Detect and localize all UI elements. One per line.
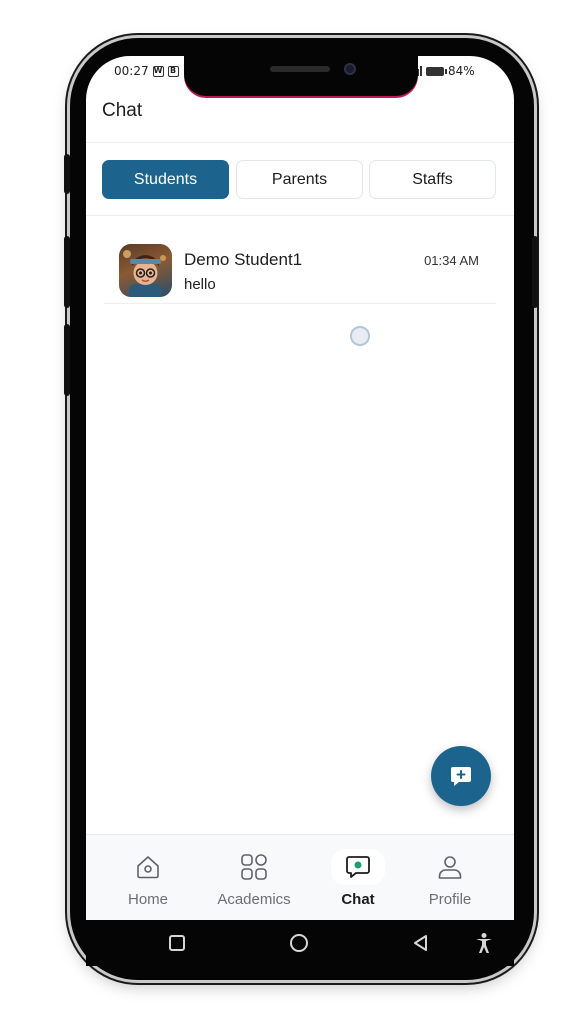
status-bar-right: 84%: [414, 64, 475, 78]
home-nav-icon[interactable]: [289, 933, 309, 953]
recent-apps-icon[interactable]: [168, 934, 186, 952]
system-navigation-bar: [86, 920, 514, 966]
grid-icon: [241, 854, 267, 880]
phone-button-volume-down: [64, 324, 70, 396]
nav-item-profile[interactable]: Profile: [402, 849, 498, 919]
avatar: [119, 244, 172, 297]
status-bar-left: 00:27 W B: [114, 64, 179, 78]
notification-icon: B: [167, 65, 179, 77]
header-divider: [86, 142, 514, 143]
chat-last-message: hello: [184, 276, 216, 293]
nav-item-chat[interactable]: Chat: [310, 849, 406, 919]
home-icon: [137, 856, 159, 879]
battery-icon: [426, 66, 447, 76]
tab-staffs[interactable]: Staffs: [369, 160, 496, 199]
notification-icon: W: [152, 65, 164, 77]
nav-label-academics: Academics: [217, 891, 291, 908]
battery-level: 84%: [448, 64, 475, 78]
status-time: 00:27: [114, 64, 149, 78]
speaker: [270, 66, 330, 72]
page-title: Chat: [102, 100, 143, 121]
nav-label-chat: Chat: [341, 891, 375, 908]
front-camera: [344, 63, 356, 75]
accessibility-icon[interactable]: [474, 932, 494, 954]
nav-item-home[interactable]: Home: [100, 849, 196, 919]
chat-icon: [346, 856, 370, 878]
loading-indicator: [350, 326, 370, 346]
phone-button-mute: [64, 154, 70, 194]
nav-label-home: Home: [127, 891, 168, 908]
nav-item-academics[interactable]: Academics: [206, 849, 302, 919]
notch: [184, 48, 418, 96]
back-icon[interactable]: [411, 933, 429, 953]
phone-button-power: [532, 236, 538, 308]
new-chat-button[interactable]: [431, 746, 491, 806]
tabs-divider: [86, 215, 514, 216]
phone-button-volume-up: [64, 236, 70, 308]
tab-students[interactable]: Students: [102, 160, 229, 199]
new-chat-icon: [451, 767, 471, 786]
chat-timestamp: 01:34 AM: [424, 253, 479, 268]
nav-label-profile: Profile: [428, 891, 472, 908]
chat-list-item[interactable]: Demo Student1 hello 01:34 AM: [104, 232, 496, 304]
profile-icon: [438, 856, 462, 879]
bottom-navigation: Home Academics Chat Profile: [86, 834, 514, 920]
chat-contact-name: Demo Student1: [184, 250, 303, 269]
tab-parents[interactable]: Parents: [236, 160, 363, 199]
